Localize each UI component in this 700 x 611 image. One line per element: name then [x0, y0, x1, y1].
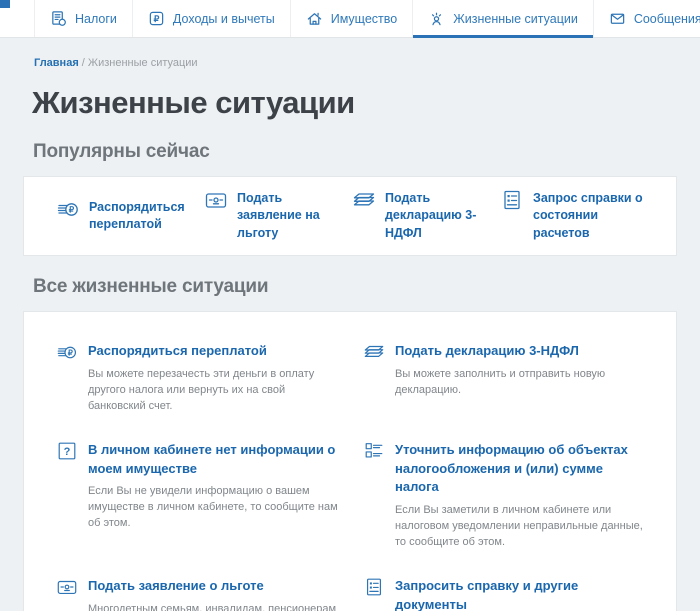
overpayment-icon: ₽	[56, 197, 80, 221]
situation-description: Многодетным семьям, инвалидам, пенсионер…	[88, 602, 337, 611]
situation-item-overpayment[interactable]: ₽ Распорядиться переплатой Вы можете пер…	[56, 342, 339, 415]
situation-title[interactable]: Распорядиться переплатой	[88, 343, 267, 358]
popular-item-overpayment[interactable]: ₽ Распорядиться переплатой	[56, 199, 204, 234]
benefit-application-icon	[56, 576, 78, 598]
popular-item-label: Подать декларацию 3-НДФЛ	[385, 190, 477, 240]
overpayment-icon: ₽	[56, 341, 78, 363]
situation-item-request-certificate[interactable]: Запросить справку и другие документы Спр…	[363, 577, 646, 611]
top-navigation: Налоги ₽ Доходы и вычеты Имущество Жизне…	[0, 0, 700, 38]
situation-description: Если Вы не увидели информацию о вашем им…	[88, 485, 338, 530]
benefit-application-icon	[204, 188, 228, 212]
situation-title[interactable]: Подать декларацию 3-НДФЛ	[395, 343, 579, 358]
tab-messages[interactable]: Сообщения	[592, 0, 700, 37]
messages-icon	[609, 10, 626, 27]
tab-life-situations[interactable]: Жизненные ситуации	[412, 0, 593, 38]
situation-title[interactable]: Подать заявление о льготе	[88, 578, 264, 593]
situation-description: Если Вы заметили в личном кабинете или н…	[395, 504, 643, 549]
situation-title[interactable]: В личном кабинете нет информации о моем …	[88, 442, 335, 476]
corner-logo-mark	[0, 0, 10, 8]
main-content: Главная / Жизненные ситуации Жизненные с…	[0, 38, 700, 611]
situation-item-declaration[interactable]: Подать декларацию 3-НДФЛ Вы можете запол…	[363, 342, 646, 415]
situation-description: Вы можете заполнить и отправить новую де…	[395, 367, 606, 396]
popular-heading: Популярны сейчас	[33, 141, 210, 162]
popular-item-benefit[interactable]: Подать заявление на льготу	[204, 190, 352, 243]
popular-card: ₽ Распорядиться переплатой Подать заявле…	[23, 176, 677, 256]
popular-item-declaration[interactable]: Подать декларацию 3-НДФЛ	[352, 190, 500, 243]
certificate-icon	[500, 188, 524, 212]
taxes-icon	[50, 10, 67, 27]
breadcrumb: Главная / Жизненные ситуации	[34, 57, 677, 69]
situation-item-benefit-application[interactable]: Подать заявление о льготе Многодетным се…	[56, 577, 339, 611]
situation-title[interactable]: Уточнить информацию об объектах налогооб…	[395, 442, 628, 495]
checklist-icon	[363, 440, 385, 462]
svg-text:₽: ₽	[69, 204, 75, 214]
breadcrumb-separator: /	[78, 57, 88, 69]
question-icon: ?	[56, 440, 78, 462]
svg-text:₽: ₽	[154, 14, 160, 24]
certificate-icon	[363, 576, 385, 598]
tab-label: Доходы и вычеты	[172, 11, 275, 26]
declaration-icon	[352, 188, 376, 212]
tab-label: Жизненные ситуации	[453, 11, 578, 26]
situations-grid: ₽ Распорядиться переплатой Вы можете пер…	[56, 342, 646, 611]
situation-title[interactable]: Запросить справку и другие документы	[395, 578, 578, 611]
breadcrumb-current: Жизненные ситуации	[87, 57, 198, 69]
property-icon	[306, 10, 323, 27]
income-icon: ₽	[148, 10, 165, 27]
tab-label: Имущество	[330, 11, 398, 26]
svg-text:?: ?	[64, 446, 71, 458]
breadcrumb-home-link[interactable]: Главная	[34, 57, 79, 69]
situation-item-clarify-objects[interactable]: Уточнить информацию об объектах налогооб…	[363, 441, 646, 551]
tab-property[interactable]: Имущество	[289, 0, 413, 37]
situation-description: Вы можете перезачесть эти деньги в оплат…	[88, 367, 315, 412]
all-situations-card: ₽ Распорядиться переплатой Вы можете пер…	[23, 311, 677, 611]
popular-item-certificate[interactable]: Запрос справки о состоянии расчетов	[500, 190, 648, 243]
popular-item-label: Распорядиться переплатой	[89, 199, 185, 232]
tab-label: Сообщения	[633, 11, 700, 26]
popular-item-label: Запрос справки о состоянии расчетов	[533, 190, 643, 240]
popular-item-label: Подать заявление на льготу	[237, 190, 320, 240]
tab-taxes[interactable]: Налоги	[34, 0, 132, 37]
tab-income-deductions[interactable]: ₽ Доходы и вычеты	[131, 0, 290, 37]
life-situations-icon	[428, 10, 445, 27]
svg-text:₽: ₽	[68, 348, 73, 357]
all-situations-heading: Все жизненные ситуации	[33, 276, 269, 297]
tab-label: Налоги	[75, 11, 117, 26]
page-title: Жизненные ситуации	[32, 85, 355, 120]
declaration-icon	[363, 341, 385, 363]
situation-item-no-property-info[interactable]: ? В личном кабинете нет информации о мое…	[56, 441, 339, 551]
